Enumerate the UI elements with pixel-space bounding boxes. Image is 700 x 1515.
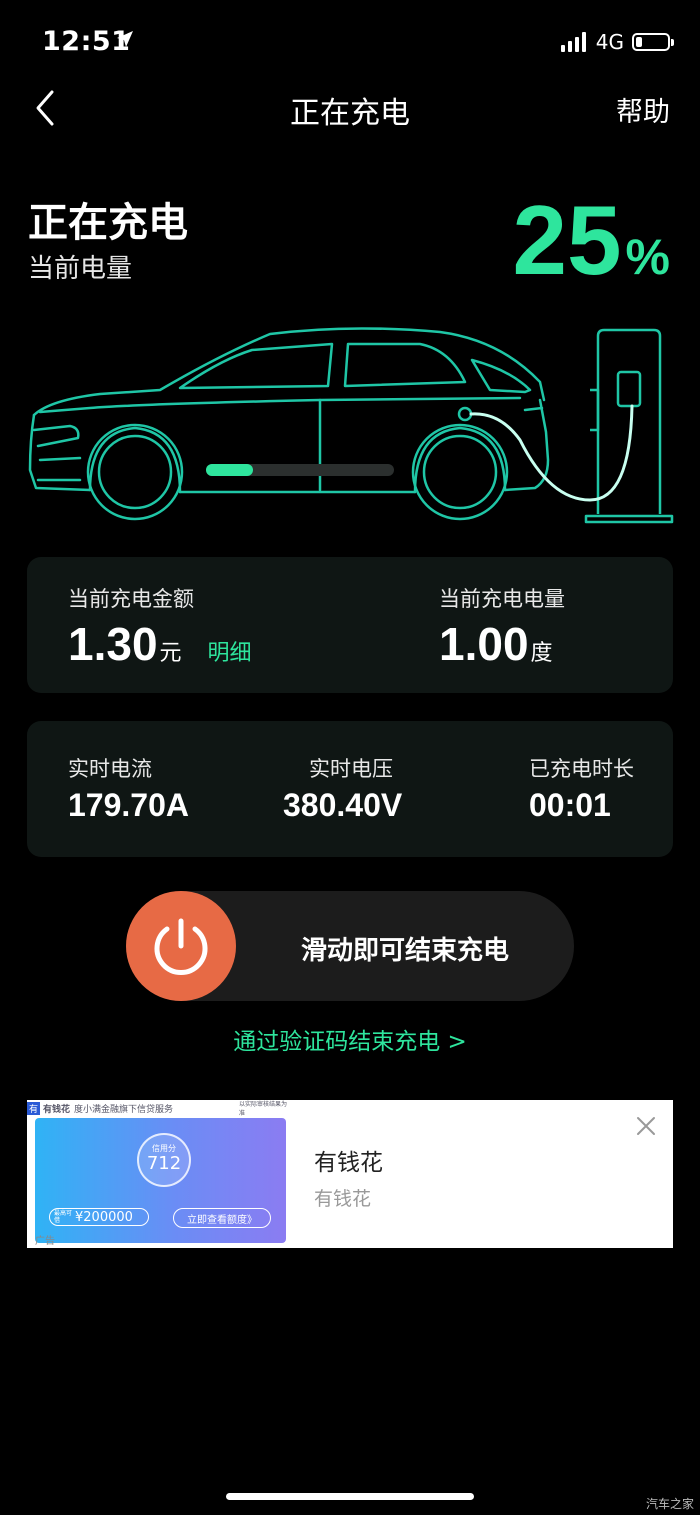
energy-label: 当前充电电量 [439,587,565,611]
home-indicator[interactable] [226,1493,474,1500]
energy-unit: 度 [530,641,553,666]
status-indicators: 4G [560,30,674,54]
network-type: 4G [595,30,624,54]
ad-banner[interactable]: 有 有钱花 度小满金融旗下信贷服务 以实际审核结果为准 信用分 712 最高可借… [27,1100,673,1248]
ad-header: 有 有钱花 度小满金融旗下信贷服务 以实际审核结果为准 [27,1100,288,1117]
close-icon[interactable] [634,1114,658,1138]
battery-percent: 25 % [513,190,670,290]
detail-link[interactable]: 明细 [208,635,252,667]
car-charging-illustration [28,327,674,524]
battery-level-label: 当前电量 [28,254,133,284]
ad-brand: 有钱花 [43,1104,71,1115]
ad-image[interactable]: 信用分 712 最高可借 ¥200000 立即查看额度》 [35,1118,286,1243]
battery-percent-value: 25 [512,185,622,295]
limit-pill: 最高可借 ¥200000 [49,1208,149,1226]
current-value: 179.70A [68,787,189,823]
battery-percent-unit: % [625,229,670,285]
ad-logo-icon: 有 [27,1101,41,1115]
ad-title: 有钱花 [314,1150,383,1176]
charging-cable [469,404,634,502]
charging-status: 正在充电 [28,200,188,246]
ad-cta-button[interactable]: 立即查看额度》 [173,1208,271,1228]
amount-value: 1.30 [68,618,158,670]
score-value: 712 [146,1153,182,1174]
location-arrow-icon [117,31,133,47]
verify-code-stop-link[interactable]: 通过验证码结束充电 > [0,1022,700,1056]
help-button[interactable]: 帮助 [616,90,670,129]
ad-brand-desc: 度小满金融旗下信贷服务 [74,1104,174,1115]
duration-value: 00:01 [529,787,611,823]
duration-label: 已充电时长 [529,757,634,781]
signal-icon [560,32,586,52]
energy-value: 1.00 [439,618,529,670]
slider-handle[interactable] [126,891,236,1001]
limit-label: 最高可借 [54,1210,73,1224]
energy-row: 1.00 度 [439,617,553,671]
realtime-metrics-card: 实时电流 179.70A 实时电压 380.40V 已充电时长 00:01 [27,721,673,857]
amount-unit: 元 [159,641,182,666]
amount-row: 1.30 元 明细 [68,617,252,671]
ad-disclaimer: 以实际审核结果为准 [239,1101,288,1117]
page-title: 正在充电 [290,96,410,131]
charge-summary-card: 当前充电金额 1.30 元 明细 当前充电电量 1.00 度 [27,557,673,693]
current-label: 实时电流 [68,757,152,781]
ad-subtitle: 有钱花 [314,1188,372,1210]
charge-progress-fill [206,464,253,476]
voltage-value: 380.40V [283,787,403,823]
power-icon [154,918,208,975]
amount-label: 当前充电金额 [68,587,194,611]
charger-station-icon [584,328,674,524]
voltage-label: 实时电压 [309,757,393,781]
limit-value: ¥200000 [75,1209,133,1225]
watermark: 汽车之家 [645,1497,694,1511]
slider-text: 滑动即可结束充电 [300,936,509,966]
car-outline [28,327,550,521]
battery-icon [632,33,674,51]
ad-tag: 广告 [35,1236,55,1247]
